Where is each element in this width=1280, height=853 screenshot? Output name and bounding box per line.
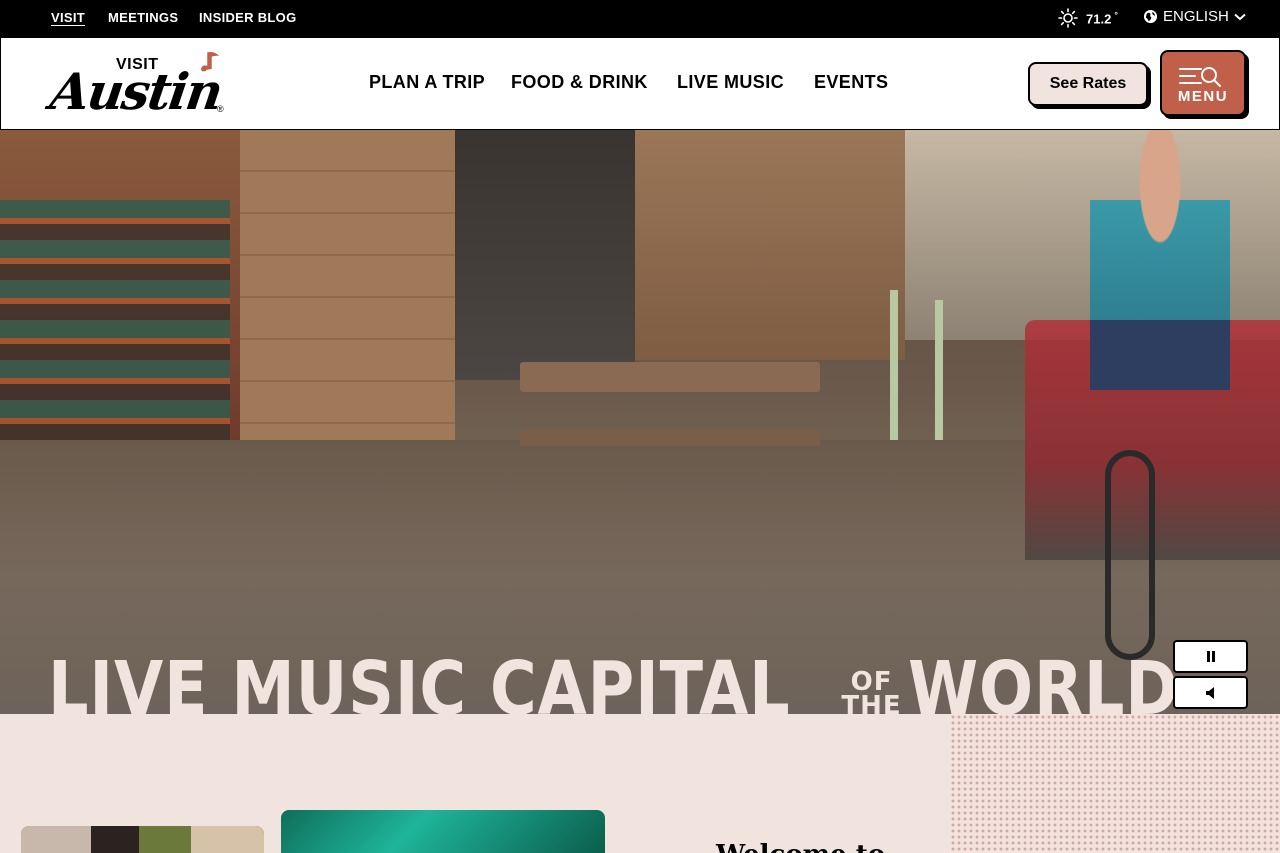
feature-card-food-image[interactable]: [21, 826, 264, 853]
video-pause-button[interactable]: [1173, 640, 1248, 673]
language-label: ENGLISH: [1163, 8, 1229, 25]
welcome-heading: Welcome to: [716, 840, 885, 853]
hero-scooter: [890, 290, 898, 440]
music-note-icon: [201, 52, 219, 72]
chevron-down-icon: [1234, 13, 1246, 20]
nav-plan-a-trip[interactable]: PLAN A TRIP: [369, 72, 485, 93]
weather-temperature: 71.2 °: [1086, 9, 1118, 27]
visit-austin-logo[interactable]: VISIT Austin ®: [47, 50, 231, 121]
sun-icon: [1058, 8, 1078, 28]
card-image-part: [139, 826, 199, 853]
utility-link-insider-blog[interactable]: INSIDER BLOG: [199, 10, 297, 25]
hero-title-part2: WORLD: [907, 646, 1179, 714]
dotted-pattern-decoration: [950, 714, 1280, 853]
hero-shop-window: [0, 200, 230, 460]
hero-title-part1: LIVE MUSIC CAPITAL: [48, 646, 791, 714]
nav-events[interactable]: EVENTS: [814, 72, 888, 93]
menu-button[interactable]: MENU: [1160, 50, 1246, 116]
language-selector[interactable]: ENGLISH: [1143, 8, 1246, 25]
pause-icon: [1206, 651, 1215, 662]
hero-building-mid: [635, 130, 905, 360]
weather-widget: 71.2 °: [1058, 8, 1118, 28]
see-rates-button[interactable]: See Rates: [1028, 62, 1148, 106]
hero-scooter: [935, 300, 943, 440]
video-mute-button[interactable]: [1173, 676, 1248, 709]
utility-bar: VISIT MEETINGS INSIDER BLOG 71.2 ° ENGLIS…: [0, 0, 1280, 37]
volume-icon: [1205, 686, 1214, 699]
intro-section: Welcome to: [0, 714, 1280, 853]
feature-card-venue-image[interactable]: [281, 810, 605, 853]
hero-stone-wall: [240, 130, 455, 440]
hero-glass-window: [455, 130, 635, 380]
hero-bicycle-wheel: [1105, 450, 1155, 660]
globe-icon: [1143, 9, 1158, 24]
card-image-part: [191, 826, 264, 853]
logo-registered-mark: ®: [217, 104, 224, 114]
hero-bench: [520, 362, 820, 392]
nav-food-drink[interactable]: FOOD & DRINK: [511, 72, 648, 93]
main-header: VISIT Austin ® PLAN A TRIP FOOD & DRINK …: [0, 37, 1280, 130]
menu-label: MENU: [1177, 88, 1229, 105]
card-image-part: [21, 826, 91, 853]
utility-link-meetings[interactable]: MEETINGS: [108, 10, 178, 25]
hero-video: LIVE MUSIC CAPITAL OFTHE WORLD ®: [0, 130, 1280, 714]
hero-title-of-the: OF THE: [841, 667, 902, 714]
hero-title: LIVE MUSIC CAPITAL OFTHE WORLD ®: [48, 646, 1202, 714]
hero-bench-seat: [520, 430, 820, 446]
utility-link-visit[interactable]: VISIT: [51, 10, 85, 25]
nav-live-music[interactable]: LIVE MUSIC: [677, 72, 784, 93]
hero-cyclist: [1090, 130, 1230, 390]
